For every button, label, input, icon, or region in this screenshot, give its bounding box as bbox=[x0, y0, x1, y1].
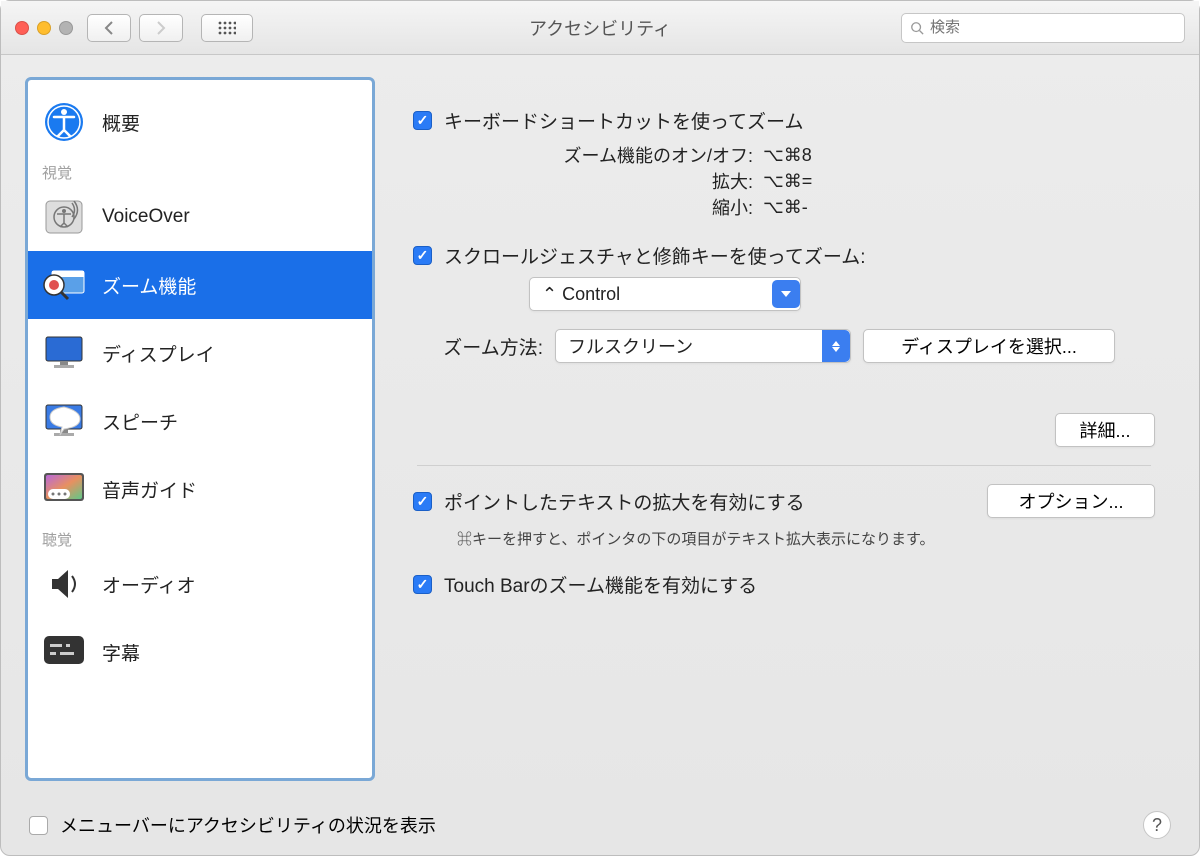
zoom-method-label: ズーム方法: bbox=[413, 333, 543, 360]
touchbar-zoom-label: Touch Barのズーム機能を有効にする bbox=[444, 571, 757, 598]
accessibility-icon bbox=[42, 100, 86, 144]
shortcut-list: ズーム機能のオン/オフ: ⌥⌘8 拡大: ⌥⌘= 縮小: ⌥⌘- bbox=[513, 142, 1155, 220]
zoom-method-select[interactable]: フルスクリーン bbox=[555, 329, 851, 363]
choose-display-button[interactable]: ディスプレイを選択... bbox=[863, 329, 1115, 363]
sidebar-item-voiceover[interactable]: VoiceOver bbox=[28, 183, 372, 251]
modifier-key-select[interactable]: ⌃ Control bbox=[529, 277, 801, 311]
sidebar-item-label: 音声ガイド bbox=[102, 476, 197, 503]
nav-buttons bbox=[87, 14, 253, 42]
help-button[interactable]: ? bbox=[1143, 811, 1171, 839]
descriptions-icon bbox=[42, 467, 86, 511]
close-icon[interactable] bbox=[15, 21, 29, 35]
toggle-zoom-label: ズーム機能のオン/オフ: bbox=[513, 142, 753, 168]
captions-icon bbox=[42, 630, 86, 674]
chevron-down-icon bbox=[772, 280, 800, 308]
zoom-method-row: ズーム方法: フルスクリーン ディスプレイを選択... bbox=[413, 329, 1155, 363]
hover-text-checkbox[interactable]: ✓ bbox=[413, 492, 432, 511]
zoom-feature-icon bbox=[42, 263, 86, 307]
sidebar-item-label: スピーチ bbox=[102, 408, 178, 435]
minimize-icon[interactable] bbox=[37, 21, 51, 35]
sidebar-section-hearing: 聴覚 bbox=[28, 523, 372, 550]
scroll-zoom-checkbox[interactable]: ✓ bbox=[413, 246, 432, 265]
category-sidebar[interactable]: 概要 視覚 VoiceOver ズーム機能 bbox=[27, 79, 373, 779]
sidebar-item-label: VoiceOver bbox=[102, 206, 190, 228]
sidebar-item-label: 概要 bbox=[102, 109, 140, 136]
menubar-status-label: メニューバーにアクセシビリティの状況を表示 bbox=[60, 812, 436, 838]
sidebar-item-descriptions[interactable]: 音声ガイド bbox=[28, 455, 372, 523]
sidebar-item-display[interactable]: ディスプレイ bbox=[28, 319, 372, 387]
hover-text-row: ✓ ポイントしたテキストの拡大を有効にする オプション... bbox=[413, 484, 1155, 518]
display-icon bbox=[42, 331, 86, 375]
zoom-in-label: 拡大: bbox=[513, 168, 753, 194]
hover-options-button[interactable]: オプション... bbox=[987, 484, 1155, 518]
sidebar-item-overview[interactable]: 概要 bbox=[28, 88, 372, 156]
preferences-window: アクセシビリティ 概要 視覚 VoiceOver bbox=[0, 0, 1200, 856]
hover-text-label: ポイントしたテキストの拡大を有効にする bbox=[444, 488, 805, 515]
titlebar: アクセシビリティ bbox=[1, 1, 1199, 55]
audio-icon bbox=[42, 562, 86, 606]
speech-icon bbox=[42, 399, 86, 443]
footer: ✓ メニューバーにアクセシビリティの状況を表示 ? bbox=[27, 805, 1173, 841]
sidebar-item-speech[interactable]: スピーチ bbox=[28, 387, 372, 455]
sidebar-item-label: ディスプレイ bbox=[102, 340, 215, 367]
sidebar-item-zoom[interactable]: ズーム機能 bbox=[28, 251, 372, 319]
menubar-status-checkbox[interactable]: ✓ bbox=[29, 816, 48, 835]
voiceover-icon bbox=[42, 195, 86, 239]
settings-pane: ✓ キーボードショートカットを使ってズーム ズーム機能のオン/オフ: ⌥⌘8 拡大… bbox=[395, 79, 1173, 805]
back-button[interactable] bbox=[87, 14, 131, 42]
zoom-out-label: 縮小: bbox=[513, 194, 753, 220]
sidebar-item-captions[interactable]: 字幕 bbox=[28, 618, 372, 686]
scroll-zoom-row: ✓ スクロールジェスチャと修飾キーを使ってズーム: bbox=[413, 242, 1155, 269]
window-title: アクセシビリティ bbox=[529, 15, 671, 41]
sidebar-item-audio[interactable]: オーディオ bbox=[28, 550, 372, 618]
toggle-zoom-keys: ⌥⌘8 bbox=[763, 145, 812, 166]
search-field[interactable] bbox=[901, 13, 1185, 43]
modifier-key-value: ⌃ Control bbox=[542, 284, 620, 305]
divider bbox=[417, 465, 1151, 466]
scroll-zoom-label: スクロールジェスチャと修飾キーを使ってズーム: bbox=[444, 242, 866, 269]
forward-button[interactable] bbox=[139, 14, 183, 42]
show-all-button[interactable] bbox=[201, 14, 253, 42]
content-area: 概要 視覚 VoiceOver ズーム機能 bbox=[1, 55, 1199, 855]
sidebar-item-label: ズーム機能 bbox=[102, 272, 196, 299]
search-input[interactable] bbox=[930, 19, 1176, 36]
touchbar-zoom-row: ✓ Touch Barのズーム機能を有効にする bbox=[413, 571, 1155, 598]
touchbar-zoom-checkbox[interactable]: ✓ bbox=[413, 575, 432, 594]
zoom-in-keys: ⌥⌘= bbox=[763, 171, 812, 192]
window-controls bbox=[15, 21, 73, 35]
updown-icon bbox=[822, 330, 850, 362]
hover-help-text: ⌘キーを押すと、ポインタの下の項目がテキスト拡大表示になります。 bbox=[457, 528, 1155, 549]
search-icon bbox=[910, 21, 924, 35]
sidebar-section-vision: 視覚 bbox=[28, 156, 372, 183]
zoom-out-keys: ⌥⌘- bbox=[763, 197, 808, 218]
keyboard-zoom-row: ✓ キーボードショートカットを使ってズーム bbox=[413, 107, 1155, 134]
advanced-button[interactable]: 詳細... bbox=[1055, 413, 1155, 447]
zoom-method-value: フルスクリーン bbox=[568, 333, 693, 359]
keyboard-zoom-checkbox[interactable]: ✓ bbox=[413, 111, 432, 130]
sidebar-item-label: 字幕 bbox=[102, 639, 140, 666]
sidebar-item-label: オーディオ bbox=[102, 571, 196, 598]
keyboard-zoom-label: キーボードショートカットを使ってズーム bbox=[444, 107, 803, 134]
zoom-icon bbox=[59, 21, 73, 35]
